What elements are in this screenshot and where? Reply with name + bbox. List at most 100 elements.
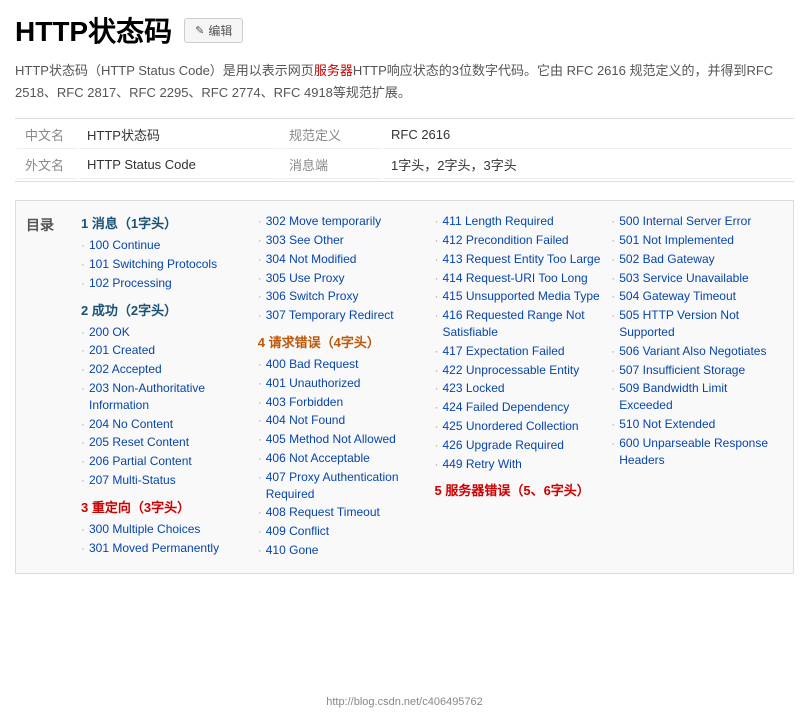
- link-425[interactable]: 425 Unordered Collection: [443, 418, 579, 435]
- link-403[interactable]: 403 Forbidden: [266, 394, 343, 411]
- link-206[interactable]: 206 Partial Content: [89, 453, 192, 470]
- info-row-1: 中文名 HTTP状态码 规范定义 RFC 2616: [17, 121, 792, 149]
- link-411[interactable]: 411 Length Required: [443, 213, 554, 230]
- link-303[interactable]: 303 See Other: [266, 232, 344, 249]
- link-501[interactable]: 501 Not Implemented: [619, 232, 734, 249]
- list-item: ·202 Accepted: [81, 361, 248, 378]
- list-item: ·401 Unauthorized: [258, 375, 425, 392]
- list-item: ·502 Bad Gateway: [611, 251, 778, 268]
- list-item: ·422 Unprocessable Entity: [435, 362, 602, 379]
- edit-button[interactable]: ✎ 编辑: [184, 18, 243, 43]
- link-203[interactable]: 203 Non-Authoritative Information: [89, 380, 248, 414]
- list-item: ·204 No Content: [81, 416, 248, 433]
- link-415[interactable]: 415 Unsupported Media Type: [443, 288, 600, 305]
- list-item: ·414 Request-URI Too Long: [435, 270, 602, 287]
- info-row-2: 外文名 HTTP Status Code 消息端 1字头，2字头，3字头: [17, 151, 792, 179]
- list-item: ·403 Forbidden: [258, 394, 425, 411]
- list-item: ·306 Switch Proxy: [258, 288, 425, 305]
- list-item: ·407 Proxy Authentication Required: [258, 469, 425, 503]
- link-204[interactable]: 204 No Content: [89, 416, 173, 433]
- label-msgend: 消息端: [281, 151, 381, 179]
- list-item: ·449 Retry With: [435, 456, 602, 473]
- link-417[interactable]: 417 Expectation Failed: [443, 343, 565, 360]
- list-item: ·413 Request Entity Too Large: [435, 251, 602, 268]
- list-item: ·426 Upgrade Required: [435, 437, 602, 454]
- list-item: ·501 Not Implemented: [611, 232, 778, 249]
- list-item: ·510 Not Extended: [611, 416, 778, 433]
- link-412[interactable]: 412 Precondition Failed: [443, 232, 569, 249]
- link-504[interactable]: 504 Gateway Timeout: [619, 288, 736, 305]
- link-408[interactable]: 408 Request Timeout: [266, 504, 380, 521]
- link-101[interactable]: 101 Switching Protocols: [89, 256, 217, 273]
- val-spec: RFC 2616: [383, 121, 792, 149]
- list-item: ·509 Bandwidth Limit Exceeded: [611, 380, 778, 414]
- link-410[interactable]: 410 Gone: [266, 542, 319, 559]
- link-510[interactable]: 510 Not Extended: [619, 416, 715, 433]
- section-heading-4: 4 请求错误（4字头）: [258, 332, 425, 351]
- list-item: ·302 Move temporarily: [258, 213, 425, 230]
- link-300[interactable]: 300 Multiple Choices: [89, 521, 200, 538]
- link-507[interactable]: 507 Insufficient Storage: [619, 362, 745, 379]
- link-423[interactable]: 423 Locked: [443, 380, 505, 397]
- link-301[interactable]: 301 Moved Permanently: [89, 540, 219, 557]
- link-426[interactable]: 426 Upgrade Required: [443, 437, 564, 454]
- link-449[interactable]: 449 Retry With: [443, 456, 522, 473]
- link-405[interactable]: 405 Method Not Allowed: [266, 431, 396, 448]
- link-505[interactable]: 505 HTTP Version Not Supported: [619, 307, 778, 341]
- list-item: ·409 Conflict: [258, 523, 425, 540]
- link-207[interactable]: 207 Multi-Status: [89, 472, 176, 489]
- list-item: ·412 Precondition Failed: [435, 232, 602, 249]
- link-400[interactable]: 400 Bad Request: [266, 356, 359, 373]
- link-502[interactable]: 502 Bad Gateway: [619, 251, 714, 268]
- link-102[interactable]: 102 Processing: [89, 275, 172, 292]
- list-item: ·408 Request Timeout: [258, 504, 425, 521]
- link-404[interactable]: 404 Not Found: [266, 412, 345, 429]
- list-item: ·506 Variant Also Negotiates: [611, 343, 778, 360]
- link-100[interactable]: 100 Continue: [89, 237, 160, 254]
- list-item: ·411 Length Required: [435, 213, 602, 230]
- link-506[interactable]: 506 Variant Also Negotiates: [619, 343, 766, 360]
- list-item: ·206 Partial Content: [81, 453, 248, 470]
- link-409[interactable]: 409 Conflict: [266, 523, 329, 540]
- link-205[interactable]: 205 Reset Content: [89, 434, 189, 451]
- link-407[interactable]: 407 Proxy Authentication Required: [266, 469, 425, 503]
- link-202[interactable]: 202 Accepted: [89, 361, 162, 378]
- link-600[interactable]: 600 Unparseable Response Headers: [619, 435, 778, 469]
- list-item: ·101 Switching Protocols: [81, 256, 248, 273]
- link-302[interactable]: 302 Move temporarily: [266, 213, 381, 230]
- link-424[interactable]: 424 Failed Dependency: [443, 399, 570, 416]
- list-item: ·201 Created: [81, 342, 248, 359]
- list-item: ·305 Use Proxy: [258, 270, 425, 287]
- toc-col-4: ·500 Internal Server Error ·501 Not Impl…: [606, 213, 783, 561]
- link-306[interactable]: 306 Switch Proxy: [266, 288, 359, 305]
- link-414[interactable]: 414 Request-URI Too Long: [443, 270, 588, 287]
- list-item: ·416 Requested Range Not Satisfiable: [435, 307, 602, 341]
- link-503[interactable]: 503 Service Unavailable: [619, 270, 748, 287]
- val-enname: HTTP Status Code: [79, 151, 279, 179]
- link-200[interactable]: 200 OK: [89, 324, 130, 341]
- link-406[interactable]: 406 Not Acceptable: [266, 450, 370, 467]
- header: HTTP状态码 ✎ 编辑: [15, 10, 794, 50]
- link-416[interactable]: 416 Requested Range Not Satisfiable: [443, 307, 602, 341]
- link-304[interactable]: 304 Not Modified: [266, 251, 357, 268]
- list-item: ·503 Service Unavailable: [611, 270, 778, 287]
- link-201[interactable]: 201 Created: [89, 342, 155, 359]
- list-item: ·424 Failed Dependency: [435, 399, 602, 416]
- link-413[interactable]: 413 Request Entity Too Large: [443, 251, 601, 268]
- list-item: ·301 Moved Permanently: [81, 540, 248, 557]
- toc-col-3: ·411 Length Required ·412 Precondition F…: [430, 213, 607, 561]
- link-500[interactable]: 500 Internal Server Error: [619, 213, 751, 230]
- intro-highlight: 服务器: [314, 63, 353, 78]
- section-heading-2: 2 成功（2字头）: [81, 300, 248, 319]
- link-509[interactable]: 509 Bandwidth Limit Exceeded: [619, 380, 778, 414]
- list-item: ·500 Internal Server Error: [611, 213, 778, 230]
- link-422[interactable]: 422 Unprocessable Entity: [443, 362, 580, 379]
- label-spec: 规范定义: [281, 121, 381, 149]
- link-401[interactable]: 401 Unauthorized: [266, 375, 361, 392]
- label-enname: 外文名: [17, 151, 77, 179]
- link-307[interactable]: 307 Temporary Redirect: [266, 307, 394, 324]
- toc-container: 目录 1 消息（1字头） ·100 Continue ·101 Switchin…: [15, 200, 794, 574]
- link-305[interactable]: 305 Use Proxy: [266, 270, 345, 287]
- watermark: http://blog.csdn.net/c406495762: [326, 696, 483, 708]
- edit-label: 编辑: [208, 22, 232, 39]
